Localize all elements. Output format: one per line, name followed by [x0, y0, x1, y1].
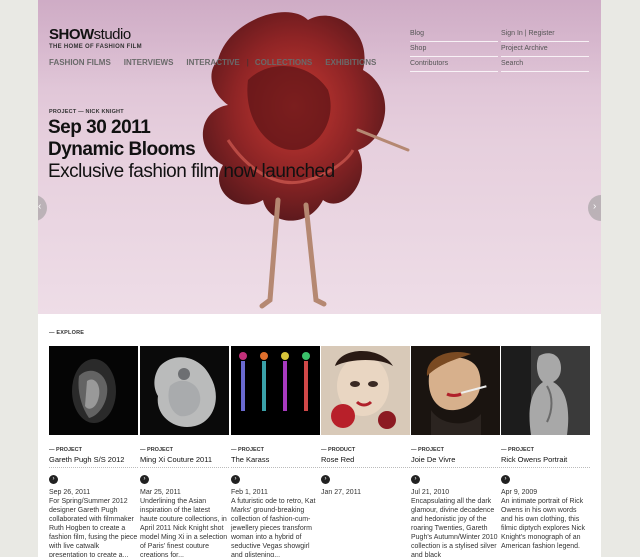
- card-title[interactable]: Gareth Pugh S/S 2012: [49, 455, 138, 465]
- card-description: Encapsulating all the dark glamour, divi…: [411, 498, 498, 557]
- nav-interactive[interactable]: INTERACTIVE: [186, 58, 239, 67]
- contributors-link[interactable]: Contributors: [410, 58, 498, 72]
- hero-date[interactable]: Sep 30 2011: [48, 117, 151, 139]
- explore-heading: — EXPLORE: [49, 330, 85, 336]
- explore-card[interactable]: — PROJECT The Karass › Feb 1, 2011 A fut…: [231, 346, 320, 557]
- logo-rest: studio: [93, 26, 132, 43]
- card-kicker: — PRODUCT: [321, 447, 356, 453]
- card-description: A futuristic ode to retro, Kat Marks' gr…: [231, 498, 316, 557]
- explore-card[interactable]: — PROJECT Gareth Pugh S/S 2012 › Sep 26,…: [49, 346, 138, 557]
- card-title[interactable]: The Karass: [231, 455, 320, 465]
- card-kicker: — PROJECT: [140, 447, 174, 453]
- card-date: Mar 25, 2011: [140, 489, 181, 496]
- chevron-right-icon[interactable]: ›: [411, 475, 420, 484]
- card-description: Underlining the Asian inspiration of the…: [140, 498, 228, 557]
- card-kicker: — PROJECT: [411, 447, 445, 453]
- chevron-left-icon: ‹: [38, 201, 42, 212]
- chevron-right-icon[interactable]: ›: [231, 475, 240, 484]
- card-kicker: — PROJECT: [49, 447, 83, 453]
- card-date: Apr 9, 2009: [501, 489, 538, 496]
- card-date: Jul 21, 2010: [411, 489, 450, 496]
- explore-cards: — PROJECT Gareth Pugh S/S 2012 › Sep 26,…: [49, 346, 591, 557]
- explore-card[interactable]: — PROJECT Joie De Vivre › Jul 21, 2010 E…: [411, 346, 500, 557]
- card-kicker: — PROJECT: [231, 447, 265, 453]
- card-divider: [140, 467, 229, 468]
- nav-collections[interactable]: COLLECTIONS: [255, 58, 312, 67]
- blog-link[interactable]: Blog: [410, 28, 498, 42]
- chevron-right-icon[interactable]: ›: [321, 475, 330, 484]
- nav-exhibitions[interactable]: EXHIBITIONS: [325, 58, 376, 67]
- nav-separator: |: [246, 58, 249, 67]
- card-thumbnail[interactable]: [411, 346, 500, 435]
- explore-card[interactable]: — PRODUCT Rose Red › Jan 27, 2011: [321, 346, 410, 557]
- card-title[interactable]: Ming Xi Couture 2011: [140, 455, 229, 465]
- hero-subtitle[interactable]: Exclusive fashion film now launched: [48, 161, 335, 183]
- nav-fashion-films[interactable]: FASHION FILMS: [49, 58, 111, 67]
- chevron-right-icon[interactable]: ›: [140, 475, 149, 484]
- card-thumbnail[interactable]: [49, 346, 138, 435]
- card-date: Feb 1, 2011: [231, 489, 268, 496]
- hero-image: [202, 12, 410, 309]
- card-description: An intimate portrait of Rick Owens in hi…: [501, 498, 586, 550]
- card-title[interactable]: Joie De Vivre: [411, 455, 500, 465]
- utility-nav-col1: Blog Shop Contributors: [410, 28, 498, 73]
- card-divider: [231, 467, 320, 468]
- project-archive-link[interactable]: Project Archive: [501, 43, 589, 57]
- card-thumbnail[interactable]: [140, 346, 229, 435]
- page: SHOWstudio THE HOME OF FASHION FILM FASH…: [38, 0, 601, 557]
- nav-interviews[interactable]: INTERVIEWS: [124, 58, 174, 67]
- card-thumbnail[interactable]: [231, 346, 320, 435]
- chevron-right-icon: ›: [593, 201, 597, 212]
- explore-card[interactable]: — PROJECT Ming Xi Couture 2011 › Mar 25,…: [140, 346, 229, 557]
- search-link[interactable]: Search: [501, 58, 589, 72]
- shop-link[interactable]: Shop: [410, 43, 498, 57]
- card-divider: [411, 467, 500, 468]
- utility-nav-col2: Sign In | Register Project Archive Searc…: [501, 28, 589, 73]
- logo-tagline: THE HOME OF FASHION FILM: [49, 44, 142, 50]
- card-divider: [49, 467, 138, 468]
- card-thumbnail[interactable]: [321, 346, 410, 435]
- card-divider: [321, 467, 410, 468]
- chevron-right-icon[interactable]: ›: [49, 475, 58, 484]
- chevron-right-icon[interactable]: ›: [501, 475, 510, 484]
- logo-wordmark[interactable]: SHOWstudio: [49, 27, 142, 42]
- sign-in-register-link[interactable]: Sign In | Register: [501, 28, 589, 42]
- hero-kicker: PROJECT — NICK KNIGHT: [49, 109, 124, 115]
- hero-title[interactable]: Dynamic Blooms: [48, 139, 196, 161]
- explore-card[interactable]: — PROJECT Rick Owens Portrait › Apr 9, 2…: [501, 346, 590, 557]
- card-thumbnail[interactable]: [501, 346, 590, 435]
- card-date: Jan 27, 2011: [321, 489, 361, 496]
- card-title[interactable]: Rose Red: [321, 455, 410, 465]
- main-nav: FASHION FILMS INTERVIEWS INTERACTIVE | C…: [49, 58, 389, 67]
- carousel-prev-button[interactable]: ‹: [38, 195, 47, 221]
- card-kicker: — PROJECT: [501, 447, 535, 453]
- hero-banner[interactable]: SHOWstudio THE HOME OF FASHION FILM FASH…: [38, 0, 601, 314]
- card-divider: [501, 467, 590, 468]
- logo[interactable]: SHOWstudio THE HOME OF FASHION FILM: [49, 27, 142, 50]
- carousel-next-button[interactable]: ›: [588, 195, 601, 221]
- card-date: Sep 26, 2011: [49, 489, 91, 496]
- logo-bold: SHOW: [49, 26, 94, 43]
- card-description: For Spring/Summer 2012 designer Gareth P…: [49, 498, 138, 557]
- card-title[interactable]: Rick Owens Portrait: [501, 455, 590, 465]
